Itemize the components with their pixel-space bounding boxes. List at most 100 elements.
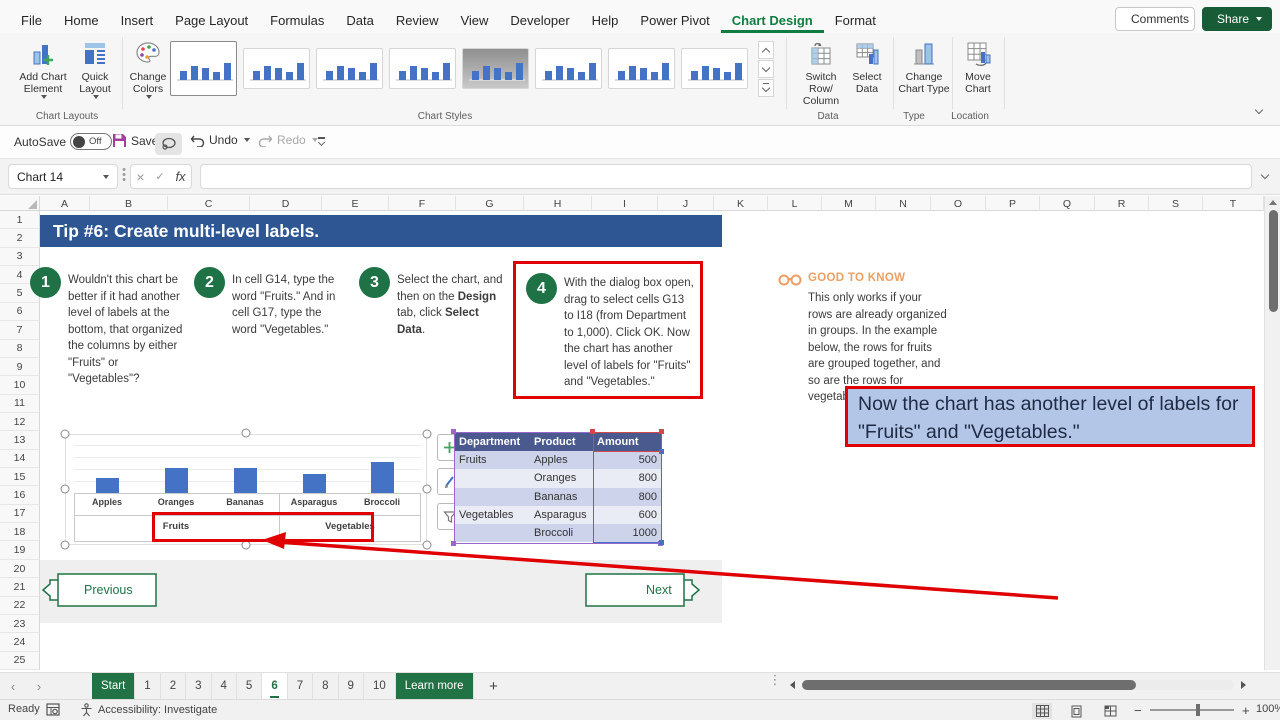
select-all-button[interactable] xyxy=(0,196,40,211)
quick-layout-button[interactable]: Quick Layout xyxy=(72,40,118,99)
name-box-dropdown-icon[interactable] xyxy=(103,175,109,179)
selection-handle[interactable] xyxy=(61,485,70,494)
selection-handle[interactable] xyxy=(242,429,251,438)
sheet-tab-1[interactable]: 1 xyxy=(135,673,160,699)
sheet-tab-learn-more[interactable]: Learn more xyxy=(396,673,474,699)
row-header-3[interactable]: 3 xyxy=(0,248,39,266)
row-header-21[interactable]: 21 xyxy=(0,578,39,596)
row-header-23[interactable]: 23 xyxy=(0,615,39,633)
add-sheet-button[interactable]: + xyxy=(474,673,514,699)
row-header-17[interactable]: 17 xyxy=(0,505,39,523)
menu-tab-insert[interactable]: Insert xyxy=(110,10,165,33)
selection-handle[interactable] xyxy=(423,485,432,494)
selection-handle[interactable] xyxy=(423,430,432,439)
comments-button[interactable]: Comments xyxy=(1115,7,1195,31)
row-header-13[interactable]: 13 xyxy=(0,431,39,449)
chart-style-thumbnail[interactable] xyxy=(681,48,748,89)
menu-tab-power-pivot[interactable]: Power Pivot xyxy=(629,10,720,33)
column-header-D[interactable]: D xyxy=(250,196,322,211)
undo-dropdown-icon[interactable] xyxy=(244,138,250,142)
lasso-select-button[interactable] xyxy=(155,133,182,155)
column-header-E[interactable]: E xyxy=(322,196,389,211)
tab-options-icon[interactable]: ⋮ xyxy=(762,673,788,688)
chart-style-thumbnail[interactable] xyxy=(389,48,456,89)
row-header-2[interactable]: 2 xyxy=(0,229,39,247)
collapse-ribbon-icon[interactable] xyxy=(1255,106,1263,114)
chart-style-thumbnail[interactable] xyxy=(535,48,602,89)
accessibility-status[interactable]: Accessibility: Investigate xyxy=(80,703,217,717)
expand-formula-bar-icon[interactable] xyxy=(1261,171,1269,179)
sheet-tab-8[interactable]: 8 xyxy=(313,673,338,699)
column-header-L[interactable]: L xyxy=(768,196,822,211)
row-header-18[interactable]: 18 xyxy=(0,523,39,541)
row-header-19[interactable]: 19 xyxy=(0,541,39,559)
column-header-H[interactable]: H xyxy=(524,196,592,211)
next-button[interactable]: Next xyxy=(578,568,704,617)
vertical-scrollbar[interactable] xyxy=(1264,196,1280,670)
row-header-11[interactable]: 11 xyxy=(0,395,39,413)
column-header-J[interactable]: J xyxy=(658,196,714,211)
column-header-B[interactable]: B xyxy=(90,196,168,211)
horizontal-scrollbar[interactable] xyxy=(790,678,1246,692)
formula-input[interactable] xyxy=(200,164,1252,189)
change-colors-button[interactable]: Change Colors xyxy=(126,40,170,99)
column-header-K[interactable]: K xyxy=(714,196,768,211)
macro-record-button[interactable] xyxy=(46,703,60,716)
selection-handle[interactable] xyxy=(61,541,70,550)
menu-tab-data[interactable]: Data xyxy=(335,10,384,33)
sheet-tab-2[interactable]: 2 xyxy=(161,673,186,699)
row-header-7[interactable]: 7 xyxy=(0,321,39,339)
column-header-A[interactable]: A xyxy=(40,196,90,211)
column-header-F[interactable]: F xyxy=(389,196,456,211)
menu-tab-review[interactable]: Review xyxy=(385,10,450,33)
sheet-tab-start[interactable]: Start xyxy=(92,673,135,699)
gallery-more-button[interactable] xyxy=(758,79,774,97)
move-chart-button[interactable]: Move Chart xyxy=(956,40,1000,95)
zoom-slider-thumb[interactable] xyxy=(1196,704,1200,716)
zoom-out-button[interactable]: − xyxy=(1134,703,1142,718)
horizontal-scroll-thumb[interactable] xyxy=(802,680,1136,690)
row-header-25[interactable]: 25 xyxy=(0,652,39,670)
row-header-24[interactable]: 24 xyxy=(0,633,39,651)
scroll-up-icon[interactable] xyxy=(1269,200,1277,205)
menu-tab-format[interactable]: Format xyxy=(824,10,887,33)
selection-handle[interactable] xyxy=(61,430,70,439)
chart-style-thumbnail[interactable] xyxy=(243,48,310,89)
sheet-tab-9[interactable]: 9 xyxy=(339,673,364,699)
gallery-scroll-up-button[interactable] xyxy=(758,41,774,59)
menu-tab-formulas[interactable]: Formulas xyxy=(259,10,335,33)
chart-style-thumbnail[interactable] xyxy=(170,41,237,96)
column-header-I[interactable]: I xyxy=(592,196,658,211)
row-header-16[interactable]: 16 xyxy=(0,486,39,504)
page-break-view-button[interactable] xyxy=(1100,703,1120,719)
qat-overflow-button[interactable] xyxy=(318,137,325,145)
tabs-scroll-right-button[interactable]: › xyxy=(26,673,52,699)
switch-row-column-button[interactable]: Switch Row/ Column xyxy=(793,40,849,107)
row-header-22[interactable]: 22 xyxy=(0,597,39,615)
zoom-in-button[interactable]: + xyxy=(1242,703,1250,718)
row-header-10[interactable]: 10 xyxy=(0,376,39,394)
row-header-6[interactable]: 6 xyxy=(0,303,39,321)
save-button[interactable]: Save xyxy=(112,133,158,148)
column-header-O[interactable]: O xyxy=(931,196,986,211)
column-header-R[interactable]: R xyxy=(1095,196,1149,211)
scroll-right-icon[interactable] xyxy=(1241,681,1246,689)
sheet-tab-5[interactable]: 5 xyxy=(237,673,262,699)
select-data-button[interactable]: Select Data xyxy=(845,40,889,95)
zoom-level[interactable]: 100% xyxy=(1256,703,1280,715)
menu-tab-chart-design[interactable]: Chart Design xyxy=(721,10,824,33)
cancel-icon[interactable]: × xyxy=(136,169,144,185)
chart-style-thumbnail[interactable] xyxy=(608,48,675,89)
column-header-M[interactable]: M xyxy=(822,196,876,211)
row-header-9[interactable]: 9 xyxy=(0,358,39,376)
selection-handle[interactable] xyxy=(423,541,432,550)
sheet-tab-10[interactable]: 10 xyxy=(364,673,396,699)
row-header-20[interactable]: 20 xyxy=(0,560,39,578)
undo-button[interactable]: Undo xyxy=(190,133,250,147)
column-header-S[interactable]: S xyxy=(1149,196,1203,211)
row-header-12[interactable]: 12 xyxy=(0,413,39,431)
selection-handle[interactable] xyxy=(242,541,251,550)
share-button[interactable]: Share xyxy=(1202,7,1272,31)
sheet-tab-3[interactable]: 3 xyxy=(186,673,211,699)
row-header-8[interactable]: 8 xyxy=(0,340,39,358)
